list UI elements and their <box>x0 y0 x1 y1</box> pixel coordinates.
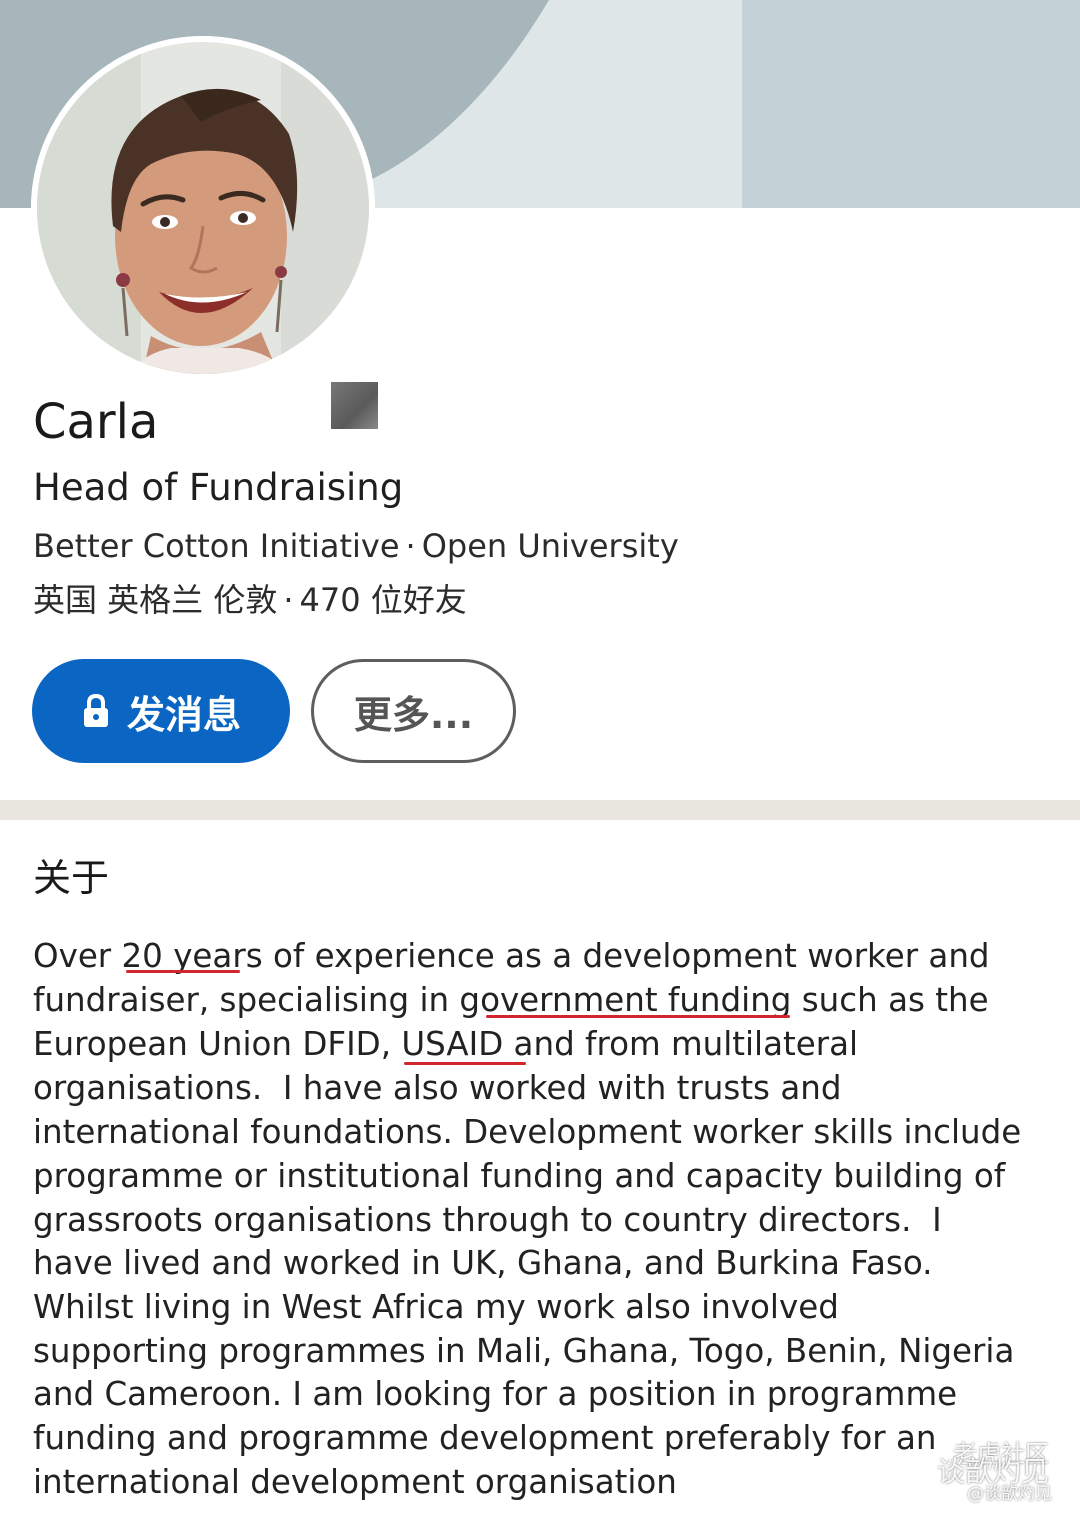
more-button[interactable]: 更多... <box>311 659 516 763</box>
banner-shape <box>742 0 1080 208</box>
connections-count[interactable]: 470 位好友 <box>300 581 467 619</box>
more-button-label: 更多... <box>353 692 474 737</box>
about-heading: 关于 <box>33 856 110 900</box>
separator-dot: · <box>405 527 416 565</box>
profile-location: 英国 英格兰 伦敦 <box>33 581 278 619</box>
message-button-label: 发消息 <box>126 692 241 737</box>
about-text-line: organisations. I have also worked with t… <box>33 1069 842 1107</box>
separator-dot: · <box>283 581 294 619</box>
about-text-line: grassroots organisations through to coun… <box>33 1201 942 1239</box>
watermark: 老虎社区 谈歆灼见 @谈歆灼见 <box>893 1440 1073 1506</box>
about-text-line: international development organisation <box>33 1463 677 1501</box>
message-button[interactable]: 发消息 <box>32 659 290 763</box>
highlight-underline <box>404 1062 526 1065</box>
profile-headline: Head of Fundraising <box>33 466 404 509</box>
highlight-underline <box>126 970 240 973</box>
chat-bubbles-icon <box>894 1450 938 1485</box>
about-text-line: funding and programme development prefer… <box>33 1419 937 1457</box>
avatar-image <box>31 36 375 380</box>
watermark-line-3: @谈歆灼见 <box>967 1484 1052 1504</box>
about-text-line: supporting programmes in Mali, Ghana, To… <box>33 1332 1015 1370</box>
profile-avatar[interactable] <box>31 36 375 380</box>
about-text-line: international foundations. Development w… <box>33 1113 1022 1151</box>
section-divider <box>0 800 1080 820</box>
profile-name: Carla <box>33 394 159 450</box>
profile-location-line: 英国 英格兰 伦敦 · 470 位好友 <box>33 578 467 622</box>
about-text-line: European Union DFID, USAID and from mult… <box>33 1025 859 1063</box>
about-text-line: programme or institutional funding and c… <box>33 1157 1006 1195</box>
about-text-line: have lived and worked in UK, Ghana, and … <box>33 1244 933 1282</box>
profile-affiliations: Better Cotton Initiative · Open University <box>33 524 679 568</box>
highlight-underline <box>486 1015 790 1018</box>
about-text-line: and Cameroon. I am looking for a positio… <box>33 1375 958 1413</box>
redaction-block <box>331 382 378 429</box>
profile-page: Carla Head of Fundraising Better Cotton … <box>0 0 1080 1516</box>
education-link[interactable]: Open University <box>422 527 679 565</box>
lock-icon <box>83 693 108 727</box>
about-text-line: Whilst living in West Africa my work als… <box>33 1288 839 1326</box>
organization-link[interactable]: Better Cotton Initiative <box>33 527 400 565</box>
